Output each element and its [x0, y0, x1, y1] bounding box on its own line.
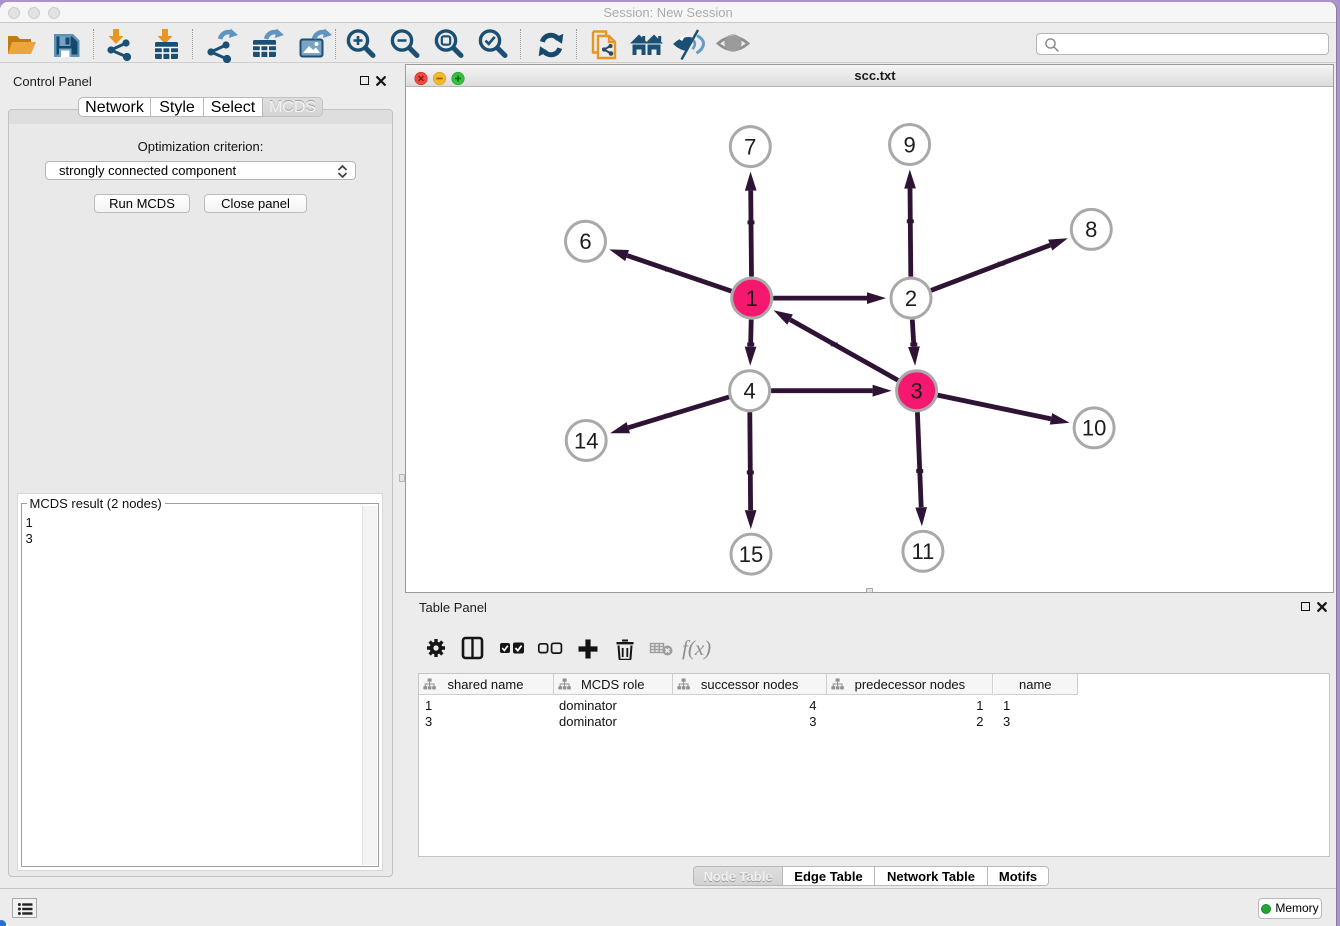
- svg-text:6: 6: [579, 229, 591, 254]
- svg-text:15: 15: [739, 542, 763, 567]
- svg-text:2: 2: [905, 286, 917, 311]
- svg-text:9: 9: [903, 132, 915, 157]
- svg-text:10: 10: [1082, 416, 1106, 441]
- svg-text:8: 8: [1085, 217, 1097, 242]
- svg-text:4: 4: [743, 379, 755, 404]
- svg-text:11: 11: [911, 539, 934, 564]
- svg-text:14: 14: [574, 428, 598, 453]
- svg-text:f(x): f(x): [682, 636, 711, 660]
- svg-text:1: 1: [746, 286, 758, 311]
- svg-text:3: 3: [910, 379, 922, 404]
- svg-text:7: 7: [744, 134, 756, 159]
